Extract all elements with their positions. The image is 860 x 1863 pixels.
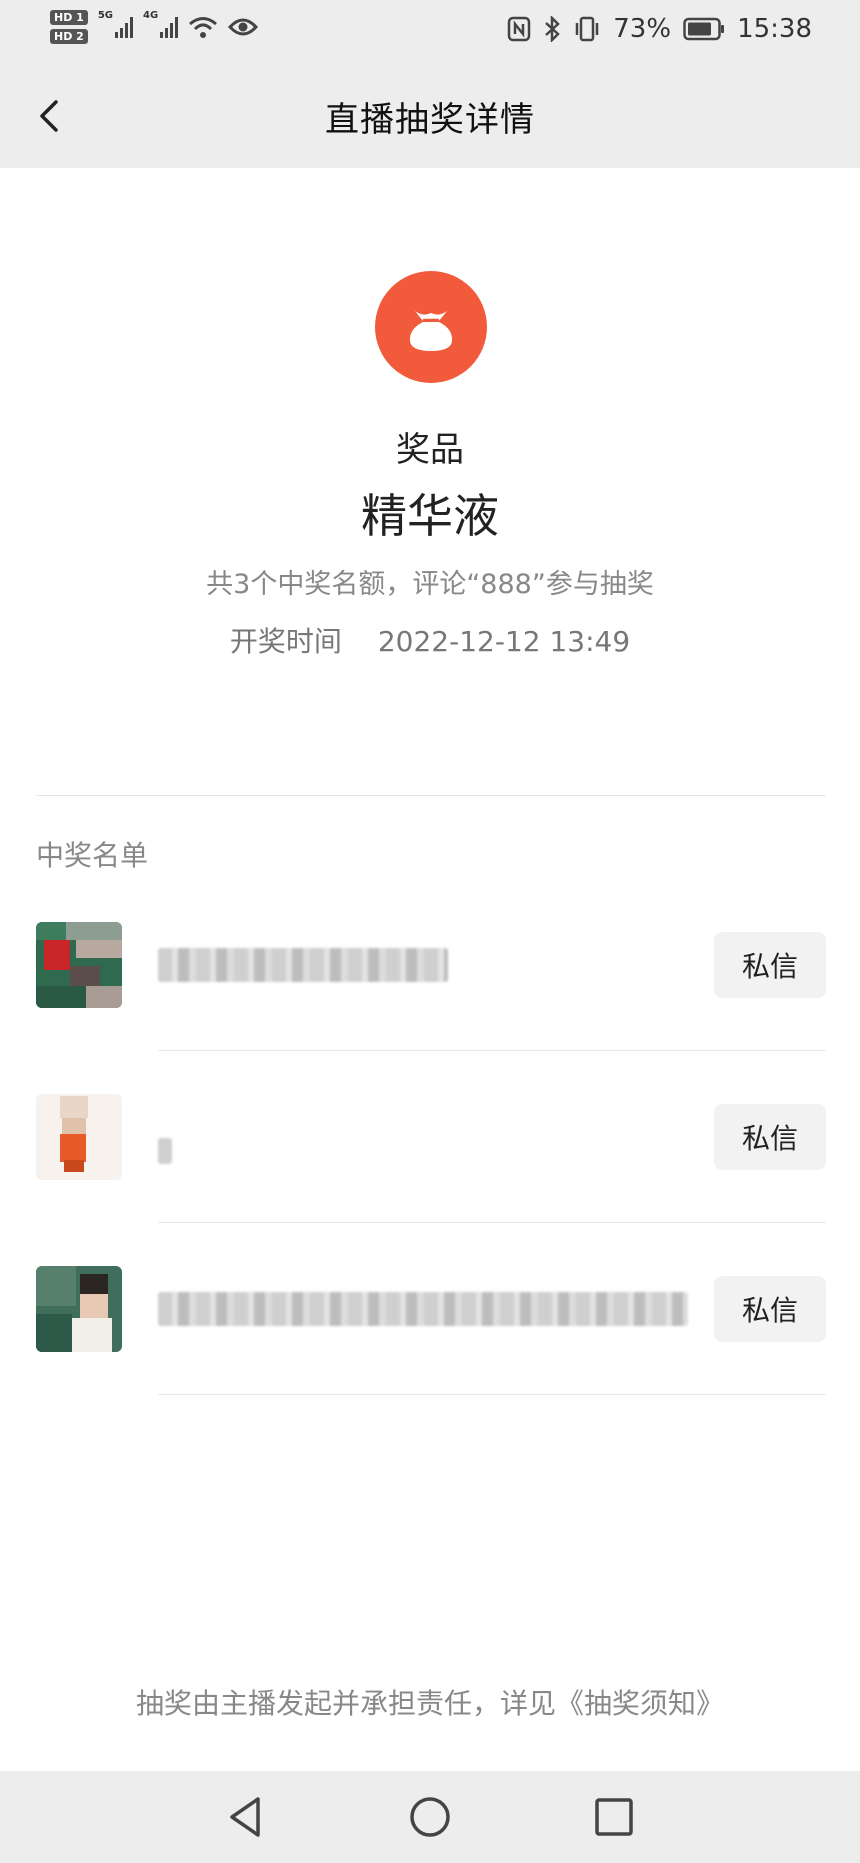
gift-bag-icon: [375, 271, 487, 383]
avatar[interactable]: [36, 1266, 122, 1352]
row-divider: [158, 1394, 826, 1395]
row-divider: [158, 1050, 826, 1051]
message-button[interactable]: 私信: [714, 932, 826, 998]
draw-time-value: 2022-12-12 13:49: [377, 625, 631, 658]
signal-icon: [115, 16, 133, 38]
message-button[interactable]: 私信: [714, 1276, 826, 1342]
bluetooth-icon: [545, 16, 561, 42]
nav-back-icon[interactable]: [220, 1791, 272, 1843]
winner-row: 私信: [0, 1266, 860, 1438]
signal-icon-2: [160, 16, 179, 38]
sim-badges: HD 1 HD 2: [50, 10, 88, 44]
winner-name-blurred: [158, 1292, 688, 1326]
row-divider: [158, 1222, 826, 1223]
sim-badge-2: HD 2: [50, 29, 88, 44]
prize-label: 奖品: [396, 430, 464, 470]
draw-time-label: 开奖时间: [229, 625, 342, 658]
nav-recents-icon[interactable]: [588, 1791, 640, 1843]
avatar[interactable]: [36, 1094, 122, 1180]
nav-header: 直播抽奖详情: [0, 64, 860, 168]
status-left: HD 1 HD 2 5G 4G: [50, 10, 259, 44]
section-divider: [36, 795, 826, 796]
winner-name-blurred: [158, 948, 448, 982]
wifi-icon: [189, 17, 218, 38]
clock-time: 15:38: [737, 14, 812, 44]
winner-row: 私信: [0, 922, 860, 1094]
prize-description: 共3个中奖名额，评论“888”参与抽奖: [206, 569, 654, 600]
network-4g-label: 4G: [143, 10, 159, 21]
system-nav-bar: [0, 1771, 860, 1863]
winner-row: 私信: [0, 1094, 860, 1266]
message-button[interactable]: 私信: [714, 1104, 826, 1170]
page-title: 直播抽奖详情: [325, 100, 535, 140]
network-5g-label: 5G: [97, 10, 113, 21]
avatar[interactable]: [36, 922, 122, 1008]
nav-home-icon[interactable]: [404, 1791, 456, 1843]
winner-name-blurred: [158, 1138, 172, 1164]
status-right: 73% 15:38: [507, 14, 812, 44]
battery-icon: [683, 17, 725, 41]
lottery-notice-link[interactable]: 抽奖由主播发起并承担责任，详见《抽奖须知》: [0, 1682, 860, 1722]
prize-name: 精华液: [361, 489, 499, 543]
sim-badge-1: HD 1: [50, 10, 88, 25]
eye-icon: [228, 18, 259, 36]
nfc-icon: [508, 16, 531, 42]
draw-time: 开奖时间 2022-12-12 13:49: [0, 620, 860, 660]
battery-percent: 73%: [613, 14, 672, 44]
vibrate-icon: [576, 16, 599, 42]
winners-title: 中奖名单: [36, 839, 149, 872]
status-bar: HD 1 HD 2 5G 4G 73% 15:38: [0, 0, 860, 64]
